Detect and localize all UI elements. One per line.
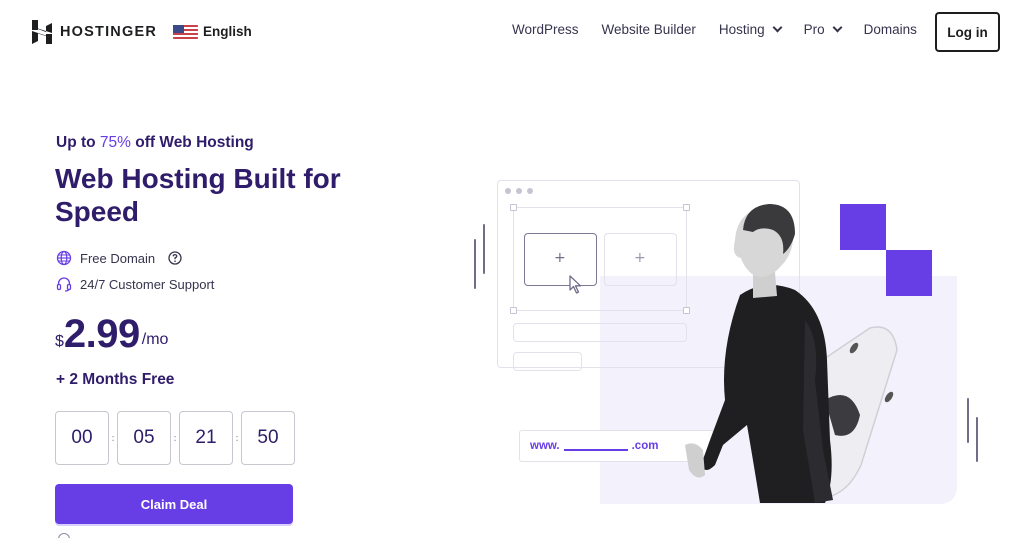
domain-prefix: www. (530, 440, 560, 452)
headset-icon (56, 277, 72, 292)
countdown-days: 00 (55, 411, 109, 465)
price-period: /mo (141, 331, 169, 348)
countdown-separator: : (111, 432, 115, 444)
site-header: HOSTINGER English WordPress Website Buil… (0, 0, 1024, 64)
nav-item-wordpress[interactable]: WordPress (512, 22, 579, 37)
countdown-timer: 00 : 05 : 21 : 50 (55, 411, 295, 465)
logo-text: HOSTINGER (60, 24, 157, 40)
nav-item-hosting[interactable]: Hosting (718, 22, 783, 37)
promo-prefix: Up to (56, 134, 100, 151)
decor-line (967, 398, 969, 443)
countdown-hours: 05 (117, 411, 171, 465)
button-placeholder (513, 352, 582, 371)
nav-label: WordPress (512, 22, 579, 37)
hostinger-logo[interactable]: HOSTINGER (32, 20, 157, 44)
cursor-icon (569, 275, 582, 294)
nav-label: Domains (863, 22, 917, 37)
claim-deal-button[interactable]: Claim Deal (55, 484, 293, 524)
feature-label: 24/7 Customer Support (80, 276, 215, 292)
language-label: English (203, 24, 252, 39)
nav-label: Pro (803, 22, 825, 37)
countdown-minutes: 21 (179, 411, 233, 465)
us-flag-icon (173, 24, 198, 39)
promo-text: Up to 75% off Web Hosting (56, 134, 254, 152)
main-nav: WordPress Website Builder Hosting Pro Do… (512, 22, 940, 37)
nav-label: Website Builder (601, 22, 696, 37)
hostinger-logo-icon (32, 20, 52, 44)
login-button[interactable]: Log in (935, 12, 1000, 52)
language-selector[interactable]: English (173, 24, 252, 39)
decor-line (976, 417, 978, 462)
window-dot-icon (527, 188, 533, 194)
person-with-wakeboard-image (685, 204, 898, 503)
nav-item-pro[interactable]: Pro (803, 22, 843, 37)
globe-icon (56, 250, 72, 266)
feature-free-domain: Free Domain (56, 250, 183, 266)
nav-label: Hosting (718, 22, 765, 37)
question-circle-icon[interactable] (167, 250, 183, 266)
countdown-separator: : (173, 432, 177, 444)
resize-handle-icon (510, 307, 517, 314)
decor-line (474, 239, 476, 289)
promo-suffix: off Web Hosting (130, 134, 254, 151)
text-line-placeholder (513, 323, 687, 342)
price: $ 2.99 /mo (55, 312, 168, 356)
countdown-seconds: 50 (241, 411, 295, 465)
guarantee-icon (58, 533, 70, 538)
domain-blank (563, 449, 628, 451)
domain-suffix: .com (631, 440, 659, 452)
countdown-separator: : (235, 432, 239, 444)
plus-icon: + (634, 250, 646, 266)
page-title: Web Hosting Built for Speed (55, 163, 341, 227)
nav-item-domains[interactable]: Domains (864, 22, 917, 37)
decor-line (483, 224, 485, 274)
resize-handle-icon (510, 204, 517, 211)
window-dot-icon (505, 188, 511, 194)
bonus-text: + 2 Months Free (56, 371, 175, 388)
price-currency: $ (55, 333, 64, 350)
price-amount: 2.99 (63, 312, 140, 356)
plus-icon: + (554, 250, 566, 266)
feature-label: Free Domain (80, 250, 156, 266)
nav-item-website-builder[interactable]: Website Builder (602, 22, 696, 37)
chevron-down-icon (832, 22, 843, 33)
chevron-down-icon (772, 22, 783, 33)
promo-discount: 75% (99, 134, 131, 151)
window-dot-icon (516, 188, 522, 194)
feature-support: 24/7 Customer Support (56, 276, 214, 292)
